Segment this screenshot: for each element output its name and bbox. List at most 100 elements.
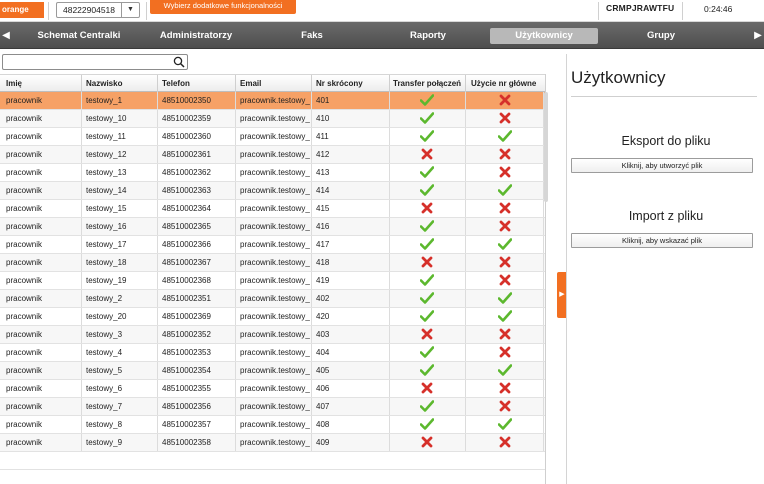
cell-nr-skrocony: 408 (310, 416, 390, 433)
cell-imie: pracownik (0, 308, 82, 325)
header-email[interactable]: Email (234, 75, 312, 92)
cell-imie: pracownik (0, 92, 82, 109)
cell-nr-skrocony: 418 (310, 254, 390, 271)
divider (48, 2, 49, 20)
cell-nr-skrocony: 420 (310, 308, 390, 325)
header-nazwisko[interactable]: Nazwisko (80, 75, 158, 92)
extra-features-button[interactable]: Wybierz dodatkowe funkcjonalności (150, 0, 296, 14)
main-number-cross-icon (466, 344, 544, 361)
cell-nr-skrocony: 419 (310, 272, 390, 289)
tab-administratorzy[interactable]: Administratorzy (142, 28, 250, 44)
cell-nazwisko: testowy_14 (80, 182, 158, 199)
panel-title: Użytkownicy (571, 68, 666, 87)
cell-telefon: 48510002363 (156, 182, 236, 199)
main-number-cross-icon (466, 110, 544, 127)
table-row[interactable]: pracownik testowy_20 48510002369 pracownik.… (0, 308, 545, 326)
cell-nazwisko: testowy_3 (80, 326, 158, 343)
cell-nr-skrocony: 401 (310, 92, 390, 109)
users-table: Imię Nazwisko Telefon Email Nr skrócony … (0, 74, 546, 484)
cell-imie: pracownik (0, 200, 82, 217)
table-row[interactable]: pracownik testowy_19 48510002368 pracownik.… (0, 272, 545, 290)
number-select[interactable]: 48222904518 ▼ (56, 2, 140, 18)
cell-email: pracownik.testowy_ (234, 272, 312, 289)
cell-email: pracownik.testowy_ (234, 92, 312, 109)
table-row[interactable]: pracownik testowy_10 48510002359 pracownik.… (0, 110, 545, 128)
transfer-check-icon (388, 398, 466, 415)
cell-nazwisko: testowy_11 (80, 128, 158, 145)
header-nr-skrocony[interactable]: Nr skrócony (310, 75, 390, 92)
search-input[interactable] (5, 56, 165, 68)
transfer-check-icon (388, 344, 466, 361)
table-row[interactable]: pracownik testowy_15 48510002364 pracownik.… (0, 200, 545, 218)
cell-nr-skrocony: 407 (310, 398, 390, 415)
chevron-down-icon[interactable]: ▼ (121, 3, 139, 17)
table-row[interactable]: pracownik testowy_18 48510002367 pracownik.… (0, 254, 545, 272)
transfer-cross-icon (388, 434, 466, 451)
transfer-check-icon (388, 362, 466, 379)
tab-faks[interactable]: Faks (280, 28, 344, 44)
main-number-check-icon (466, 128, 544, 145)
cell-telefon: 48510002357 (156, 416, 236, 433)
cell-email: pracownik.testowy_ (234, 110, 312, 127)
table-row[interactable]: pracownik testowy_1 48510002350 pracownik.t… (0, 92, 545, 110)
cell-imie: pracownik (0, 236, 82, 253)
table-row[interactable]: pracownik testowy_3 48510002352 pracownik.t… (0, 326, 545, 344)
cell-email: pracownik.testowy_ (234, 290, 312, 307)
cell-email: pracownik.testowy_ (234, 254, 312, 271)
table-row[interactable]: pracownik testowy_16 48510002365 pracownik.… (0, 218, 545, 236)
cell-telefon: 48510002367 (156, 254, 236, 271)
cell-imie: pracownik (0, 182, 82, 199)
cell-email: pracownik.testowy_ (234, 128, 312, 145)
table-row[interactable]: pracownik testowy_5 48510002354 pracownik.t… (0, 362, 545, 380)
main-number-cross-icon (466, 272, 544, 289)
cell-nazwisko: testowy_16 (80, 218, 158, 235)
cell-nazwisko: testowy_9 (80, 434, 158, 451)
cell-imie: pracownik (0, 128, 82, 145)
cell-nazwisko: testowy_12 (80, 146, 158, 163)
cell-nr-skrocony: 403 (310, 326, 390, 343)
table-row[interactable]: pracownik testowy_12 48510002361 pracownik.… (0, 146, 545, 164)
import-button[interactable]: Kliknij, aby wskazać plik (571, 233, 753, 248)
tab-schemat-centralki[interactable]: Schemat Centralki (22, 28, 136, 44)
table-row[interactable]: pracownik testowy_4 48510002353 pracownik.t… (0, 344, 545, 362)
cell-nr-skrocony: 416 (310, 218, 390, 235)
tab-uzytkownicy[interactable]: Użytkownicy (490, 28, 598, 44)
cell-email: pracownik.testowy_ (234, 416, 312, 433)
header-imie[interactable]: Imię (0, 75, 82, 92)
account-name: CRMPJRAWTFU (606, 3, 675, 13)
cell-nr-skrocony: 414 (310, 182, 390, 199)
tab-raporty[interactable]: Raporty (394, 28, 462, 44)
main-number-cross-icon (466, 146, 544, 163)
table-row[interactable]: pracownik testowy_17 48510002366 pracownik.… (0, 236, 545, 254)
cell-nazwisko: testowy_15 (80, 200, 158, 217)
table-row[interactable]: pracownik testowy_11 48510002360 pracownik.… (0, 128, 545, 146)
header-transfer[interactable]: Transfer połączeń (388, 75, 466, 92)
table-row[interactable]: pracownik testowy_7 48510002356 pracownik.t… (0, 398, 545, 416)
transfer-cross-icon (388, 200, 466, 217)
divider (682, 2, 683, 20)
table-row[interactable]: pracownik testowy_2 48510002351 pracownik.t… (0, 290, 545, 308)
table-row[interactable]: pracownik testowy_13 48510002362 pracownik.… (0, 164, 545, 182)
cell-nr-skrocony: 409 (310, 434, 390, 451)
cell-imie: pracownik (0, 272, 82, 289)
transfer-cross-icon (388, 146, 466, 163)
header-telefon[interactable]: Telefon (156, 75, 236, 92)
search-icon[interactable] (173, 56, 185, 68)
nav-prev-icon[interactable]: ◀ (0, 22, 12, 49)
main-number-cross-icon (466, 380, 544, 397)
cell-email: pracownik.testowy_ (234, 236, 312, 253)
transfer-check-icon (388, 92, 466, 109)
tab-grupy[interactable]: Grupy (630, 28, 692, 44)
table-row[interactable]: pracownik testowy_9 48510002358 pracownik.t… (0, 434, 545, 452)
cell-imie: pracownik (0, 362, 82, 379)
table-scrollbar[interactable] (544, 92, 548, 202)
cell-imie: pracownik (0, 218, 82, 235)
export-button[interactable]: Kliknij, aby utworzyć plik (571, 158, 753, 173)
table-row[interactable]: pracownik testowy_14 48510002363 pracownik.… (0, 182, 545, 200)
table-row[interactable]: pracownik testowy_8 48510002357 pracownik.t… (0, 416, 545, 434)
main-number-cross-icon (466, 254, 544, 271)
nav-next-icon[interactable]: ▶ (752, 22, 764, 49)
cell-nr-skrocony: 412 (310, 146, 390, 163)
table-row[interactable]: pracownik testowy_6 48510002355 pracownik.t… (0, 380, 545, 398)
header-uzycie[interactable]: Użycie nr główne (466, 75, 545, 92)
